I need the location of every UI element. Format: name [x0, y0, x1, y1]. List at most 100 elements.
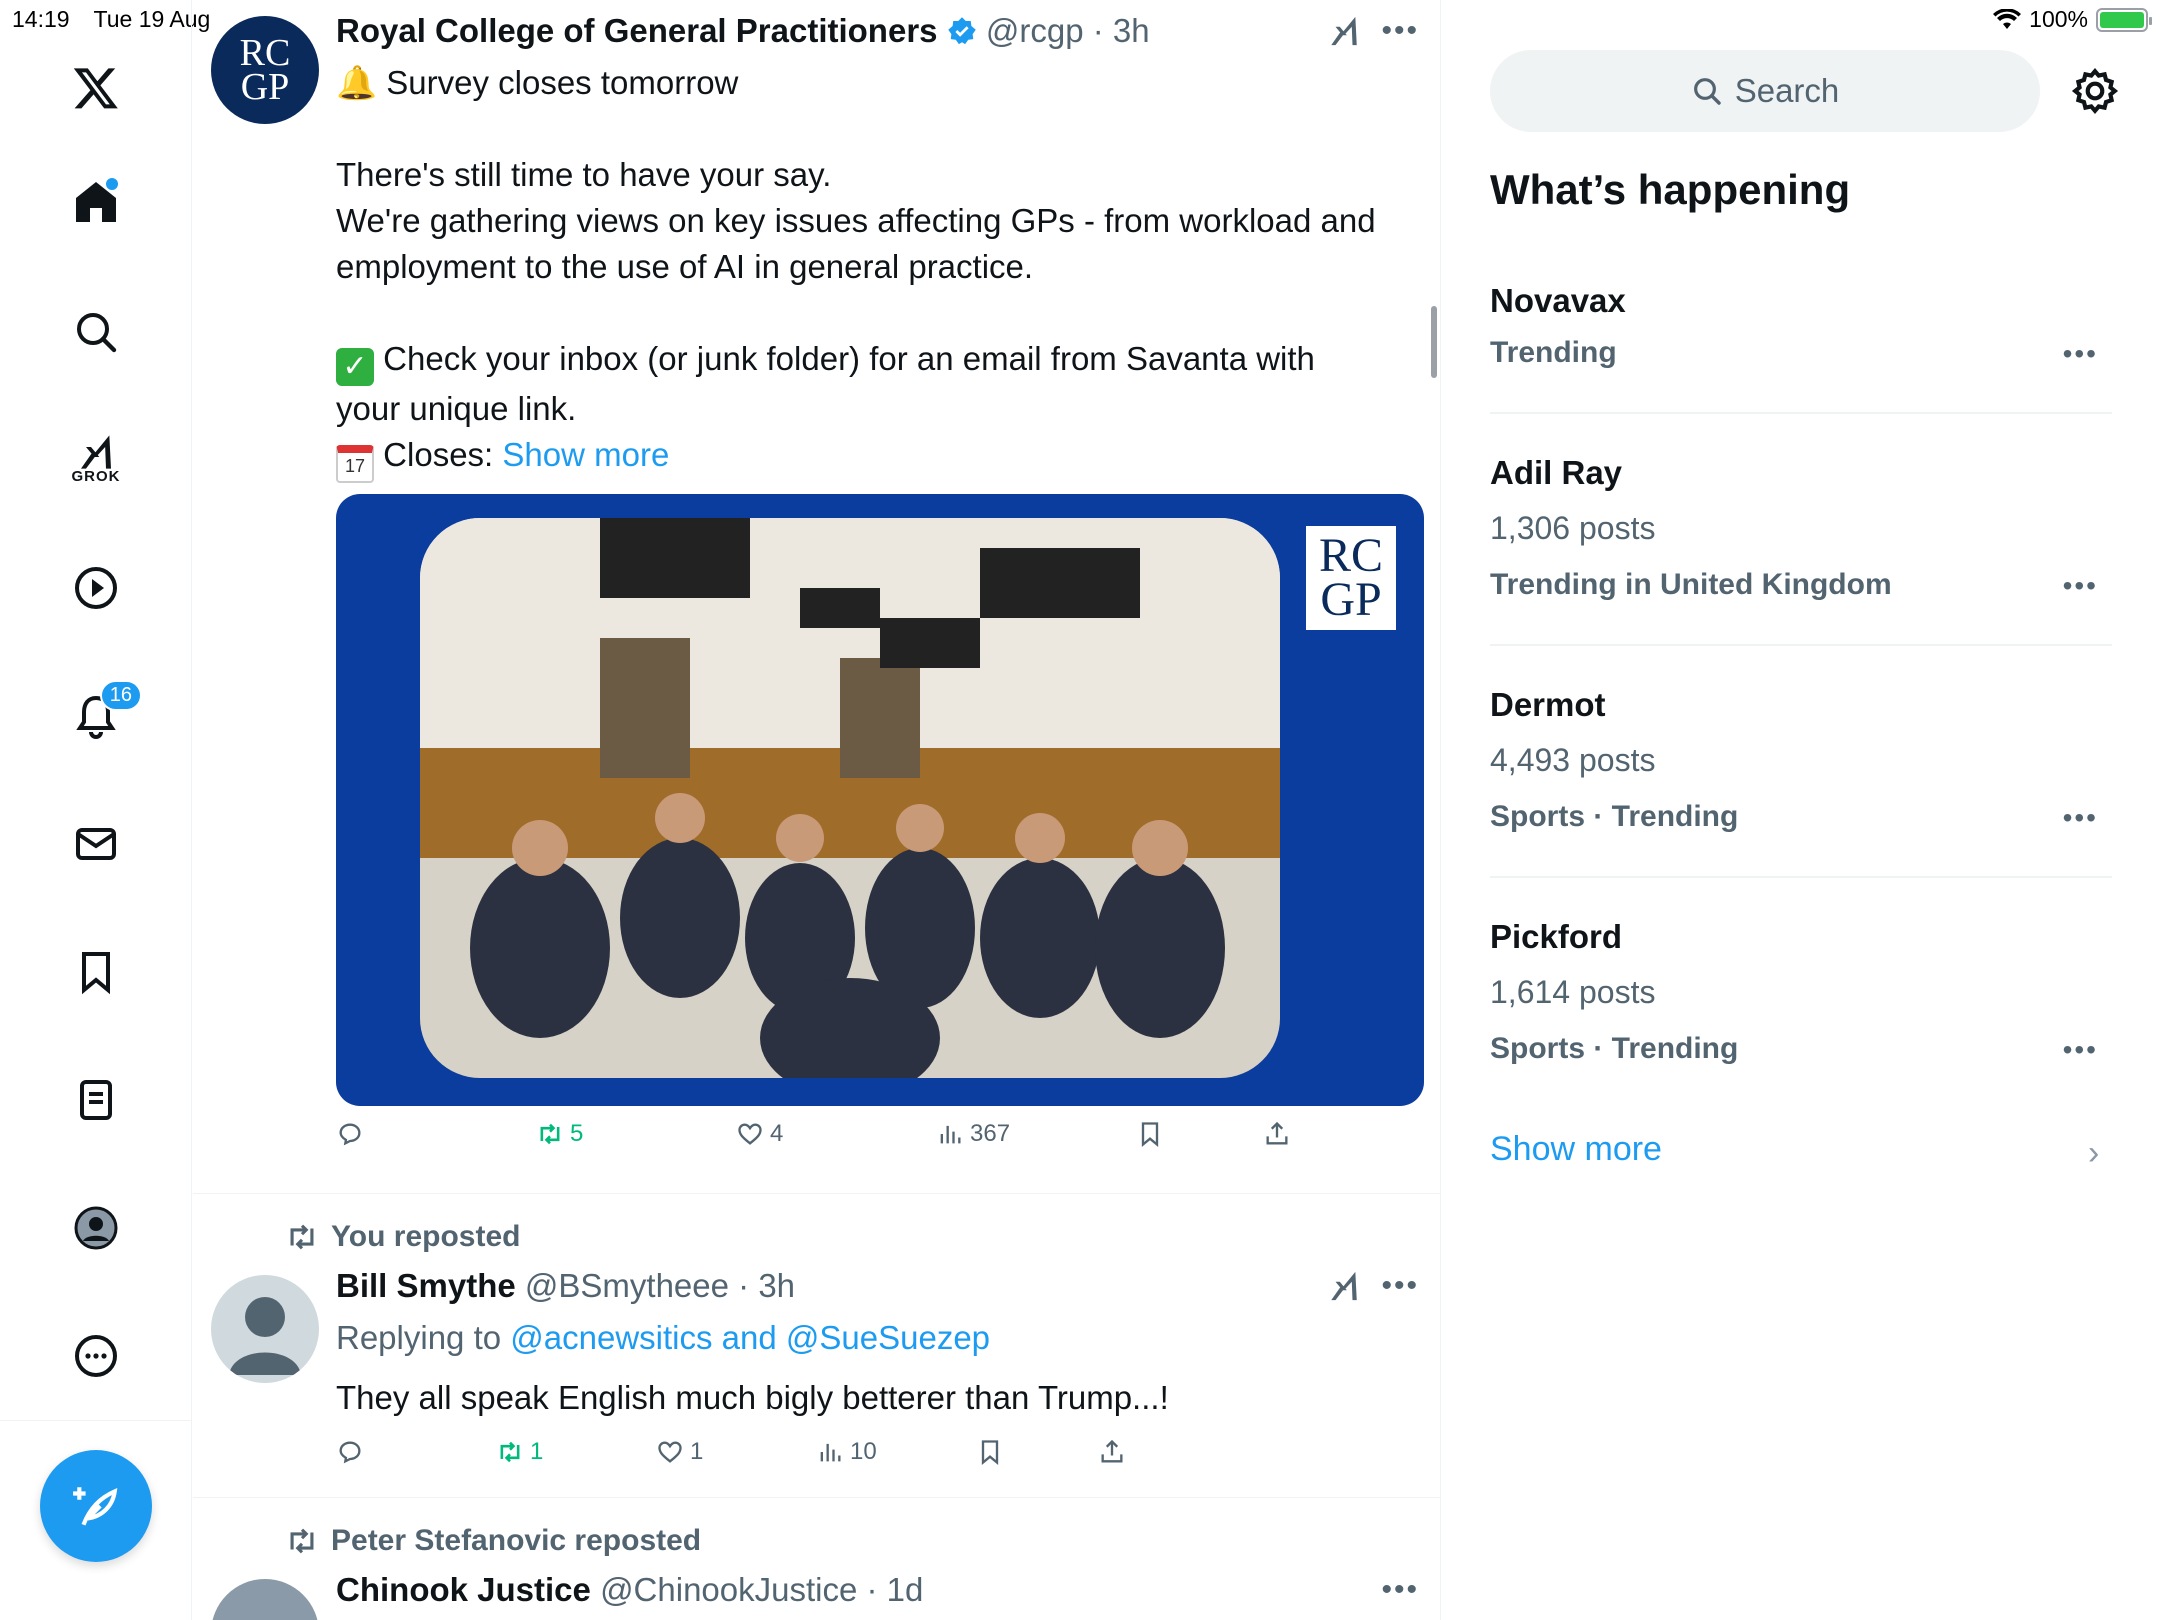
grok-explain-icon[interactable]	[1327, 14, 1361, 57]
repost-label: Peter Stefanovic reposted	[331, 1524, 702, 1557]
check-emoji-icon: ✓	[336, 348, 374, 386]
reply-button[interactable]	[336, 1120, 364, 1148]
avatar[interactable]	[211, 1275, 319, 1383]
nav-grok[interactable]: GROK	[56, 418, 136, 498]
search-input[interactable]: Search	[1490, 50, 2040, 132]
reply-button[interactable]	[336, 1438, 364, 1466]
show-more-trends-link[interactable]: Show more	[1490, 1130, 1662, 1169]
share-button[interactable]	[1263, 1120, 1291, 1148]
gear-icon[interactable]	[2070, 66, 2120, 116]
post-bill-smythe[interactable]: You reposted Bill Smythe @BSmytheee · 3h…	[193, 1195, 1440, 1498]
post-line-4: employment to the use of AI in general p…	[336, 248, 1034, 285]
post-line-7: 17 Closes: Show more	[336, 432, 1416, 483]
trend-more-icon[interactable]: •••	[2063, 338, 2098, 370]
post-line-3: We're gathering views on key issues affe…	[336, 202, 1376, 239]
avatar-text-gp: GP	[240, 66, 290, 108]
bookmark-button[interactable]	[976, 1438, 1004, 1466]
bookmark-icon	[981, 1440, 999, 1465]
like-count: 1	[690, 1438, 704, 1465]
closes-label: Closes:	[383, 436, 503, 473]
nav-explore[interactable]	[56, 292, 136, 372]
author-handle[interactable]: @rcgp	[986, 12, 1084, 49]
replying-to-link[interactable]: @acnewsitics and @SueSuezep	[510, 1319, 990, 1356]
left-navigation: GROK 16	[0, 0, 192, 1620]
trend-meta: Trending	[1490, 336, 1617, 369]
author-handle[interactable]: @BSmytheee	[525, 1267, 729, 1304]
views-button[interactable]: 367	[936, 1120, 1010, 1148]
heart-icon	[738, 1123, 762, 1145]
replying-prefix: Replying to	[336, 1319, 511, 1356]
default-avatar-icon	[229, 1297, 301, 1375]
photo-meeting	[420, 518, 1280, 1078]
author-name[interactable]: Chinook Justice	[336, 1571, 591, 1608]
x-logo[interactable]	[56, 48, 136, 128]
repost-icon	[500, 1441, 520, 1463]
repost-indicator: Peter Stefanovic reposted	[285, 1524, 701, 1558]
post-line-1-text: Survey closes tomorrow	[386, 64, 739, 101]
trend-name: Novavax	[1490, 282, 1626, 319]
trend-more-icon[interactable]: •••	[2063, 570, 2098, 602]
compose-post-button[interactable]	[40, 1450, 152, 1562]
trend-item[interactable]: Dermot 4,493 posts Sports · Trending •••	[1490, 646, 2112, 878]
post-image[interactable]: RC GP	[336, 494, 1424, 1106]
repost-button[interactable]: 5	[536, 1120, 583, 1148]
like-button[interactable]: 1	[656, 1438, 703, 1466]
search-icon	[77, 313, 117, 353]
post-time: · 3h	[738, 1267, 796, 1304]
grok-explain-icon[interactable]	[1327, 1269, 1361, 1312]
views-count: 10	[850, 1438, 877, 1465]
post-more-icon[interactable]: •••	[1381, 14, 1419, 48]
trend-item[interactable]: Adil Ray 1,306 posts Trending in United …	[1490, 414, 2112, 646]
bookmark-icon	[82, 952, 110, 995]
nav-notifications[interactable]: 16	[56, 676, 142, 756]
author-handle[interactable]: @ChinookJustice	[600, 1571, 857, 1608]
trend-more-icon[interactable]: •••	[2063, 1034, 2098, 1066]
bookmark-button[interactable]	[1136, 1120, 1164, 1148]
author-name[interactable]: Royal College of General Practitioners	[336, 12, 938, 49]
post-chinook-justice[interactable]: Peter Stefanovic reposted Chinook Justic…	[193, 1499, 1440, 1620]
bookmark-icon	[1141, 1122, 1159, 1147]
nav-profile[interactable]	[56, 1188, 136, 1268]
avatar[interactable]	[211, 1579, 319, 1620]
feather-plus-icon	[73, 1487, 118, 1526]
nav-bookmarks[interactable]	[56, 932, 136, 1012]
nav-lists[interactable]	[56, 1060, 136, 1140]
views-icon	[940, 1125, 961, 1144]
share-button[interactable]	[1098, 1438, 1126, 1466]
show-more-link[interactable]: Show more	[502, 436, 669, 473]
trend-name: Pickford	[1490, 918, 1623, 955]
nav-divider	[0, 1420, 192, 1421]
post-rcgp[interactable]: RC GP Royal College of General Practitio…	[193, 0, 1440, 1194]
repost-icon	[540, 1123, 560, 1145]
trend-item[interactable]: Novavax Trending •••	[1490, 262, 2112, 414]
views-button[interactable]: 10	[816, 1438, 877, 1466]
battery-percent: 100%	[2029, 6, 2088, 32]
post-header: Bill Smythe @BSmytheee · 3h	[336, 1267, 795, 1305]
nav-video[interactable]	[56, 548, 136, 628]
repost-button[interactable]: 1	[496, 1438, 543, 1466]
like-button[interactable]: 4	[736, 1120, 783, 1148]
trend-more-icon[interactable]: •••	[2063, 802, 2098, 834]
share-icon	[1101, 1439, 1123, 1463]
repost-count: 1	[530, 1438, 544, 1465]
trend-item[interactable]: Pickford 1,614 posts Sports · Trending •…	[1490, 878, 2112, 1110]
mail-icon	[76, 828, 116, 860]
views-icon	[820, 1443, 841, 1462]
nav-home[interactable]	[56, 162, 136, 242]
repost-icon	[290, 1224, 314, 1250]
heart-icon	[658, 1441, 682, 1463]
author-name[interactable]: Bill Smythe	[336, 1267, 516, 1304]
timeline: RC GP Royal College of General Practitio…	[193, 0, 1441, 1620]
home-unread-dot	[106, 178, 118, 190]
reply-icon	[339, 1123, 361, 1146]
nav-more[interactable]	[56, 1316, 136, 1396]
replying-to: Replying to @acnewsitics and @SueSuezep	[336, 1315, 1416, 1361]
battery-icon	[2096, 7, 2152, 32]
post-more-icon[interactable]: •••	[1381, 1269, 1419, 1303]
timeline-scrollbar[interactable]	[1431, 306, 1437, 378]
nav-messages[interactable]	[56, 804, 136, 884]
like-count: 4	[770, 1120, 784, 1147]
post-more-icon[interactable]: •••	[1381, 1573, 1419, 1607]
avatar[interactable]: RC GP	[211, 16, 319, 124]
verified-badge-icon	[947, 17, 976, 45]
